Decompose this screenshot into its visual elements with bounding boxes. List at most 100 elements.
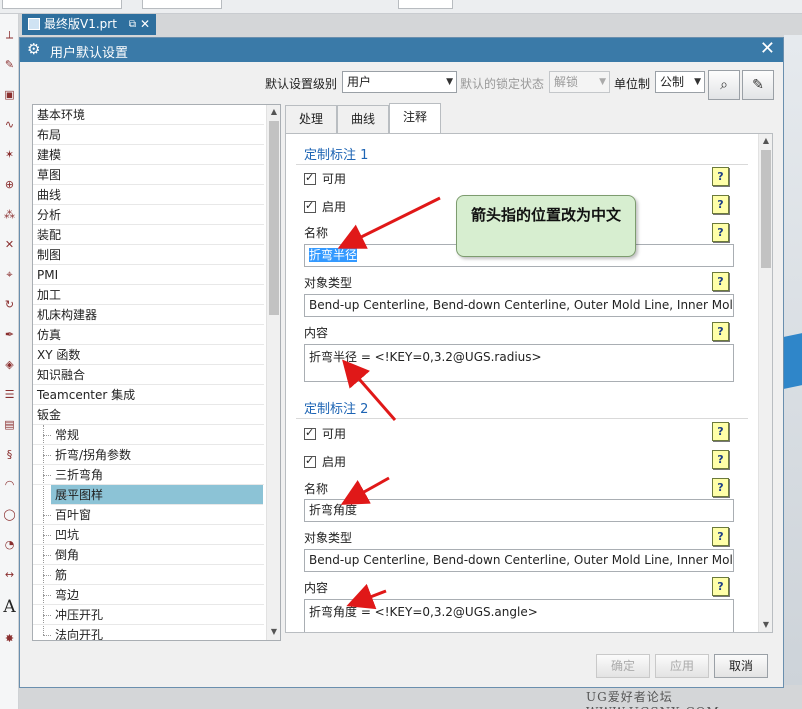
- tab-annotation[interactable]: 注释: [389, 103, 441, 133]
- tab-process[interactable]: 处理: [285, 105, 337, 133]
- help-icon[interactable]: ?: [712, 223, 729, 242]
- tree-item-assembly[interactable]: 装配: [33, 225, 264, 245]
- tree-item-basic-environment[interactable]: 基本环境: [33, 105, 264, 125]
- object-type-input-2[interactable]: Bend-up Centerline, Bend-down Centerline…: [304, 549, 734, 572]
- category-tree[interactable]: 基本环境 布局 建模 草图 曲线 分析 装配 制图 PMI 加工 机床构建器 仿…: [32, 104, 281, 641]
- panel-scrollbar-thumb[interactable]: [761, 150, 771, 268]
- tree-item-punch-hole[interactable]: 冲压开孔: [33, 605, 264, 625]
- dimension-icon[interactable]: ↔: [2, 568, 17, 582]
- tree-item-general[interactable]: 常规: [33, 425, 264, 445]
- content-label-1: 内容: [304, 326, 329, 340]
- name-input-2[interactable]: 折弯角度: [304, 499, 734, 522]
- content-textarea-1[interactable]: 折弯半径 = <!KEY=0,3.2@UGS.radius>: [304, 344, 734, 382]
- lock-state-select[interactable]: 解锁 ▼: [549, 71, 610, 93]
- tree-item-drafting[interactable]: 制图: [33, 245, 264, 265]
- tree-item-sheet-metal[interactable]: 钣金: [33, 405, 264, 425]
- manage-defaults-button[interactable]: ✎: [742, 70, 774, 100]
- tree-scrollbar-thumb[interactable]: [269, 121, 279, 315]
- network-icon[interactable]: ⁂: [2, 208, 17, 222]
- scroll-up-icon[interactable]: ▲: [759, 134, 772, 148]
- pen-icon[interactable]: ✒: [2, 328, 17, 342]
- tree-item-manufacturing[interactable]: 加工: [33, 285, 264, 305]
- pin-icon[interactable]: ⧉: [129, 14, 136, 35]
- ok-button[interactable]: 确定: [596, 654, 650, 678]
- gauge-icon[interactable]: ◔: [2, 538, 17, 552]
- point-icon[interactable]: ✶: [2, 148, 17, 162]
- snap-combo[interactable]: [398, 0, 453, 9]
- active-checkbox-2[interactable]: 启用: [304, 453, 346, 470]
- find-defaults-button[interactable]: ⌕: [708, 70, 740, 100]
- wand-icon: ✎: [752, 77, 764, 93]
- plane-icon[interactable]: ◈: [2, 358, 17, 372]
- help-icon[interactable]: ?: [712, 577, 729, 596]
- tree-item-analysis[interactable]: 分析: [33, 205, 264, 225]
- tree-item-layout[interactable]: 布局: [33, 125, 264, 145]
- unit-system-select[interactable]: 公制 ▼: [655, 71, 705, 93]
- datum-csys-icon[interactable]: ⟂: [2, 28, 17, 42]
- tree-item-simulation[interactable]: 仿真: [33, 325, 264, 345]
- enabled-checkbox-2[interactable]: 可用: [304, 425, 346, 442]
- tree-item-three-bend-corner[interactable]: 三折弯角: [33, 465, 264, 485]
- circle-icon[interactable]: ◯: [2, 508, 17, 522]
- tree-item-knowledge-fusion[interactable]: 知识融合: [33, 365, 264, 385]
- block-icon[interactable]: ▣: [2, 88, 17, 102]
- scroll-down-icon[interactable]: ▼: [759, 618, 772, 632]
- tree-item-sketch[interactable]: 草图: [33, 165, 264, 185]
- enabled-label: 可用: [322, 427, 347, 441]
- content-textarea-2[interactable]: 折弯角度 = <!KEY=0,3.2@UGS.angle>: [304, 599, 734, 632]
- tree-item-normal-cutout[interactable]: 法向开孔: [33, 625, 264, 640]
- object-type-input-1[interactable]: Bend-up Centerline, Bend-down Centerline…: [304, 294, 734, 317]
- sparkle-icon[interactable]: ✸: [2, 632, 17, 646]
- help-icon[interactable]: ?: [712, 478, 729, 497]
- layer-icon[interactable]: ☰: [2, 388, 17, 402]
- tree-item-flange[interactable]: 弯边: [33, 585, 264, 605]
- rotate-icon[interactable]: ↻: [2, 298, 17, 312]
- dialog-title-bar[interactable]: ⚙ 用户默认设置 ✕: [20, 38, 783, 62]
- apply-button[interactable]: 应用: [655, 654, 709, 678]
- tree-item-modeling[interactable]: 建模: [33, 145, 264, 165]
- defaults-level-select[interactable]: 用户 ▼: [342, 71, 457, 93]
- tree-item-bend-corner[interactable]: 折弯/拐角参数: [33, 445, 264, 465]
- csys-icon[interactable]: ⌖: [2, 268, 17, 282]
- help-icon[interactable]: ?: [712, 422, 729, 441]
- dialog-close-icon[interactable]: ✕: [760, 38, 775, 60]
- help-icon[interactable]: ?: [712, 167, 729, 186]
- tree-scrollbar[interactable]: ▲ ▼: [266, 105, 280, 640]
- scroll-up-icon[interactable]: ▲: [267, 105, 280, 119]
- arc-icon[interactable]: ◠: [2, 478, 17, 492]
- tree-item-chamfer[interactable]: 倒角: [33, 545, 264, 565]
- tree-item-louver[interactable]: 百叶窗: [33, 505, 264, 525]
- help-icon[interactable]: ?: [712, 195, 729, 214]
- help-icon[interactable]: ?: [712, 272, 729, 291]
- tree-item-flat-pattern[interactable]: 展平图样: [51, 485, 263, 505]
- help-icon[interactable]: ?: [712, 527, 729, 546]
- tree-item-bead[interactable]: 筋: [33, 565, 264, 585]
- table-icon[interactable]: ▤: [2, 418, 17, 432]
- selection-filter-combo[interactable]: [2, 0, 122, 9]
- tree-item-machine-tool-builder[interactable]: 机床构建器: [33, 305, 264, 325]
- document-tab-close-icon[interactable]: ✕: [140, 14, 150, 35]
- selection-scope-combo[interactable]: [142, 0, 222, 9]
- tree-item-dimple[interactable]: 凹坑: [33, 525, 264, 545]
- active-checkbox-1[interactable]: 启用: [304, 198, 346, 215]
- tree-item-teamcenter[interactable]: Teamcenter 集成: [33, 385, 264, 405]
- document-tab[interactable]: 最终版V1.prt ⧉ ✕: [22, 14, 156, 35]
- tree-item-pmi[interactable]: PMI: [33, 265, 264, 285]
- enabled-checkbox-1[interactable]: 可用: [304, 170, 346, 187]
- tree-item-curve[interactable]: 曲线: [33, 185, 264, 205]
- axis-icon[interactable]: ✕: [2, 238, 17, 252]
- tree-item-xy-function[interactable]: XY 函数: [33, 345, 264, 365]
- help-icon[interactable]: ?: [712, 450, 729, 469]
- spline-icon[interactable]: §: [2, 448, 17, 462]
- panel-scrollbar[interactable]: ▲ ▼: [758, 134, 772, 632]
- sketch-icon[interactable]: ✎: [2, 58, 17, 72]
- help-icon[interactable]: ?: [712, 322, 729, 341]
- text-annotation-icon[interactable]: A: [2, 599, 17, 616]
- curve-icon[interactable]: ∿: [2, 118, 17, 132]
- cancel-button[interactable]: 取消: [714, 654, 768, 678]
- tab-curve[interactable]: 曲线: [337, 105, 389, 133]
- section-title-custom-2: 定制标注 2: [304, 402, 369, 417]
- enabled-label: 可用: [322, 172, 347, 186]
- measure-icon[interactable]: ⊕: [2, 178, 17, 192]
- scroll-down-icon[interactable]: ▼: [267, 625, 280, 639]
